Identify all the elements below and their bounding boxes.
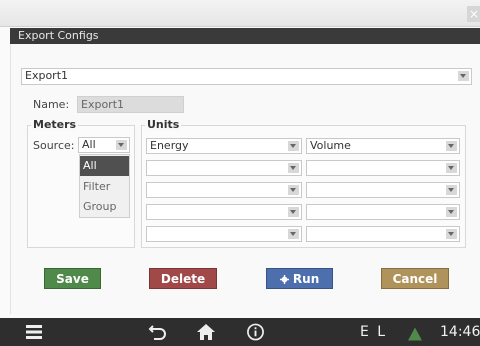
unit-select[interactable] <box>306 204 460 220</box>
unit-select-value: Energy <box>150 139 189 152</box>
config-select-value: Export1 <box>25 69 69 82</box>
chevron-down-icon <box>446 207 457 217</box>
back-icon[interactable] <box>148 323 168 341</box>
unit-select[interactable]: Volume <box>306 138 460 154</box>
chevron-down-icon <box>116 140 127 150</box>
source-option-all[interactable]: All <box>80 156 129 176</box>
chevron-down-icon <box>288 185 299 195</box>
meters-legend: Meters <box>31 118 79 131</box>
source-dropdown-list: All Filter Group <box>79 154 130 218</box>
chevron-down-icon <box>446 229 457 239</box>
home-icon[interactable] <box>196 323 216 341</box>
unit-select-value: Volume <box>310 139 351 152</box>
run-button-label: Run <box>292 272 320 286</box>
clock: 14:46 <box>440 324 480 340</box>
info-icon[interactable] <box>246 323 265 341</box>
chevron-down-icon <box>446 163 457 173</box>
source-select[interactable]: All <box>78 137 130 153</box>
status-letters: E L <box>360 324 388 340</box>
unit-select[interactable] <box>146 226 302 242</box>
cancel-button[interactable]: Cancel <box>381 268 449 289</box>
dialog-title: Export Configs <box>10 28 480 44</box>
name-field[interactable]: Export1 <box>77 96 184 113</box>
menu-icon[interactable] <box>25 323 43 341</box>
source-option-filter[interactable]: Filter <box>80 177 129 197</box>
unit-select[interactable] <box>306 226 460 242</box>
chevron-down-icon <box>288 207 299 217</box>
source-option-group[interactable]: Group <box>80 197 129 217</box>
units-legend: Units <box>145 118 182 131</box>
close-button[interactable]: × <box>467 6 480 22</box>
chevron-down-icon <box>446 141 457 151</box>
unit-select[interactable] <box>306 160 460 176</box>
config-select[interactable]: Export1 <box>21 68 472 85</box>
warning-icon <box>408 327 422 341</box>
system-nav-bar: E L 14:46 <box>0 318 480 346</box>
run-button[interactable]: Run <box>266 268 333 289</box>
save-button[interactable]: Save <box>44 268 101 289</box>
chevron-down-icon <box>446 185 457 195</box>
name-label: Name: <box>33 98 70 111</box>
gear-icon <box>279 275 289 284</box>
unit-select[interactable] <box>146 204 302 220</box>
chevron-down-icon <box>288 229 299 239</box>
chevron-down-icon <box>458 71 469 81</box>
unit-select[interactable] <box>146 160 302 176</box>
unit-select[interactable]: Energy <box>146 138 302 154</box>
source-label: Source: <box>33 139 75 152</box>
chevron-down-icon <box>288 163 299 173</box>
top-bar <box>0 0 480 27</box>
delete-button[interactable]: Delete <box>149 268 217 289</box>
unit-select[interactable] <box>306 182 460 198</box>
unit-select[interactable] <box>146 182 302 198</box>
source-select-value: All <box>82 138 96 151</box>
chevron-down-icon <box>288 141 299 151</box>
